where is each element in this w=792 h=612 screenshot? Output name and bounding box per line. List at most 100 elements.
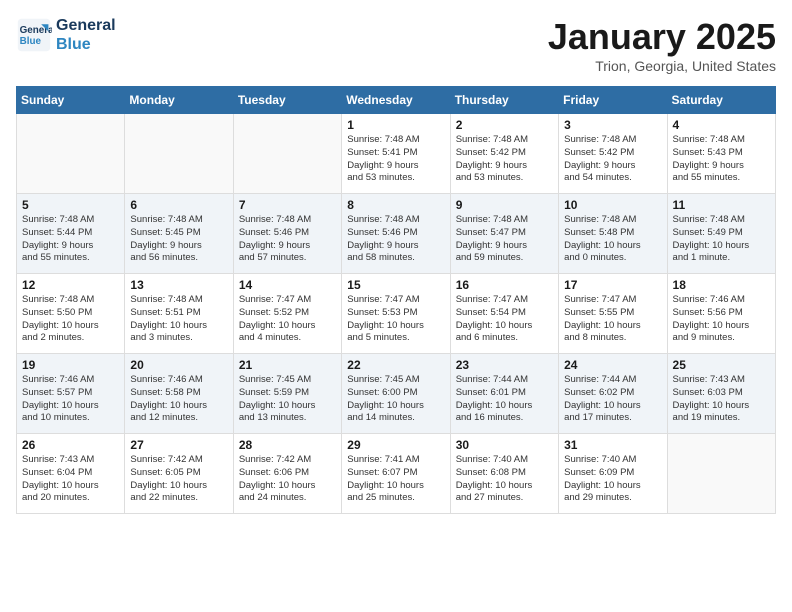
day-number: 24 <box>564 358 661 372</box>
day-info: Sunrise: 7:48 AM Sunset: 5:42 PM Dayligh… <box>564 134 661 185</box>
title-area: January 2025 Trion, Georgia, United Stat… <box>548 16 776 74</box>
day-number: 21 <box>239 358 336 372</box>
day-info: Sunrise: 7:47 AM Sunset: 5:54 PM Dayligh… <box>456 294 553 345</box>
calendar-cell: 30 Sunrise: 7:40 AM Sunset: 6:08 PM Dayli… <box>450 434 558 514</box>
calendar-cell: 2 Sunrise: 7:48 AM Sunset: 5:42 PM Daylig… <box>450 114 558 194</box>
day-number: 1 <box>347 118 444 132</box>
page-header: General Blue GeneralBlue January 2025 Tr… <box>16 16 776 74</box>
calendar-week-row: 12 Sunrise: 7:48 AM Sunset: 5:50 PM Dayli… <box>17 274 776 354</box>
calendar-cell: 11 Sunrise: 7:48 AM Sunset: 5:49 PM Dayli… <box>667 194 775 274</box>
calendar-cell: 23Sunrise: 7:44 AM Sunset: 6:01 PM Dayli… <box>450 354 558 434</box>
day-number: 29 <box>347 438 444 452</box>
day-number: 2 <box>456 118 553 132</box>
day-number: 17 <box>564 278 661 292</box>
column-header-monday: Monday <box>125 87 233 114</box>
calendar-cell: 22Sunrise: 7:45 AM Sunset: 6:00 PM Dayli… <box>342 354 450 434</box>
calendar-cell: 27Sunrise: 7:42 AM Sunset: 6:05 PM Dayli… <box>125 434 233 514</box>
day-number: 12 <box>22 278 119 292</box>
calendar-cell: 7Sunrise: 7:48 AM Sunset: 5:46 PM Daylig… <box>233 194 341 274</box>
day-number: 9 <box>456 198 553 212</box>
day-info: Sunrise: 7:48 AM Sunset: 5:45 PM Dayligh… <box>130 214 227 265</box>
calendar-cell: 26 Sunrise: 7:43 AM Sunset: 6:04 PM Dayli… <box>17 434 125 514</box>
column-header-friday: Friday <box>559 87 667 114</box>
day-info: Sunrise: 7:40 AM Sunset: 6:09 PM Dayligh… <box>564 454 661 505</box>
calendar-cell <box>667 434 775 514</box>
logo-icon: General Blue <box>16 17 52 53</box>
day-number: 26 <box>22 438 119 452</box>
day-info: Sunrise: 7:44 AM Sunset: 6:01 PM Dayligh… <box>456 374 553 425</box>
day-number: 14 <box>239 278 336 292</box>
day-number: 25 <box>673 358 770 372</box>
day-info: Sunrise: 7:45 AM Sunset: 5:59 PM Dayligh… <box>239 374 336 425</box>
calendar-cell: 3 Sunrise: 7:48 AM Sunset: 5:42 PM Daylig… <box>559 114 667 194</box>
calendar-cell: 29 Sunrise: 7:41 AM Sunset: 6:07 PM Dayli… <box>342 434 450 514</box>
day-info: Sunrise: 7:44 AM Sunset: 6:02 PM Dayligh… <box>564 374 661 425</box>
day-info: Sunrise: 7:48 AM Sunset: 5:49 PM Dayligh… <box>673 214 770 265</box>
calendar-cell: 5 Sunrise: 7:48 AM Sunset: 5:44 PM Daylig… <box>17 194 125 274</box>
calendar-week-row: 19 Sunrise: 7:46 AM Sunset: 5:57 PM Dayli… <box>17 354 776 434</box>
calendar-cell: 12 Sunrise: 7:48 AM Sunset: 5:50 PM Dayli… <box>17 274 125 354</box>
calendar-cell: 13Sunrise: 7:48 AM Sunset: 5:51 PM Dayli… <box>125 274 233 354</box>
day-number: 3 <box>564 118 661 132</box>
column-header-sunday: Sunday <box>17 87 125 114</box>
day-info: Sunrise: 7:45 AM Sunset: 6:00 PM Dayligh… <box>347 374 444 425</box>
calendar-cell: 16Sunrise: 7:47 AM Sunset: 5:54 PM Dayli… <box>450 274 558 354</box>
day-info: Sunrise: 7:48 AM Sunset: 5:51 PM Dayligh… <box>130 294 227 345</box>
logo-text: GeneralBlue <box>56 16 116 54</box>
day-info: Sunrise: 7:43 AM Sunset: 6:04 PM Dayligh… <box>22 454 119 505</box>
calendar-cell: 28Sunrise: 7:42 AM Sunset: 6:06 PM Dayli… <box>233 434 341 514</box>
day-info: Sunrise: 7:48 AM Sunset: 5:46 PM Dayligh… <box>347 214 444 265</box>
calendar-cell: 10 Sunrise: 7:48 AM Sunset: 5:48 PM Dayli… <box>559 194 667 274</box>
day-number: 20 <box>130 358 227 372</box>
day-number: 30 <box>456 438 553 452</box>
calendar-week-row: 26 Sunrise: 7:43 AM Sunset: 6:04 PM Dayli… <box>17 434 776 514</box>
calendar-cell <box>125 114 233 194</box>
calendar-cell: 8 Sunrise: 7:48 AM Sunset: 5:46 PM Daylig… <box>342 194 450 274</box>
calendar-cell: 21 Sunrise: 7:45 AM Sunset: 5:59 PM Dayli… <box>233 354 341 434</box>
day-info: Sunrise: 7:48 AM Sunset: 5:50 PM Dayligh… <box>22 294 119 345</box>
column-header-wednesday: Wednesday <box>342 87 450 114</box>
calendar-cell <box>233 114 341 194</box>
day-number: 31 <box>564 438 661 452</box>
calendar-cell: 9 Sunrise: 7:48 AM Sunset: 5:47 PM Daylig… <box>450 194 558 274</box>
day-number: 7 <box>239 198 336 212</box>
calendar-cell: 14Sunrise: 7:47 AM Sunset: 5:52 PM Dayli… <box>233 274 341 354</box>
calendar-cell: 18Sunrise: 7:46 AM Sunset: 5:56 PM Dayli… <box>667 274 775 354</box>
day-info: Sunrise: 7:40 AM Sunset: 6:08 PM Dayligh… <box>456 454 553 505</box>
day-number: 27 <box>130 438 227 452</box>
day-info: Sunrise: 7:46 AM Sunset: 5:56 PM Dayligh… <box>673 294 770 345</box>
column-header-saturday: Saturday <box>667 87 775 114</box>
day-number: 10 <box>564 198 661 212</box>
day-number: 5 <box>22 198 119 212</box>
day-info: Sunrise: 7:46 AM Sunset: 5:57 PM Dayligh… <box>22 374 119 425</box>
day-info: Sunrise: 7:48 AM Sunset: 5:47 PM Dayligh… <box>456 214 553 265</box>
day-info: Sunrise: 7:48 AM Sunset: 5:43 PM Dayligh… <box>673 134 770 185</box>
day-number: 19 <box>22 358 119 372</box>
calendar-cell: 4 Sunrise: 7:48 AM Sunset: 5:43 PM Daylig… <box>667 114 775 194</box>
day-info: Sunrise: 7:46 AM Sunset: 5:58 PM Dayligh… <box>130 374 227 425</box>
day-info: Sunrise: 7:48 AM Sunset: 5:42 PM Dayligh… <box>456 134 553 185</box>
day-number: 11 <box>673 198 770 212</box>
day-info: Sunrise: 7:41 AM Sunset: 6:07 PM Dayligh… <box>347 454 444 505</box>
calendar-week-row: 5 Sunrise: 7:48 AM Sunset: 5:44 PM Daylig… <box>17 194 776 274</box>
svg-text:Blue: Blue <box>20 36 42 47</box>
day-info: Sunrise: 7:48 AM Sunset: 5:48 PM Dayligh… <box>564 214 661 265</box>
day-number: 28 <box>239 438 336 452</box>
day-number: 6 <box>130 198 227 212</box>
day-number: 8 <box>347 198 444 212</box>
calendar-header-row: SundayMondayTuesdayWednesdayThursdayFrid… <box>17 87 776 114</box>
calendar-week-row: 1 Sunrise: 7:48 AM Sunset: 5:41 PM Daylig… <box>17 114 776 194</box>
column-header-tuesday: Tuesday <box>233 87 341 114</box>
day-number: 4 <box>673 118 770 132</box>
calendar-title: January 2025 <box>548 16 776 58</box>
day-info: Sunrise: 7:48 AM Sunset: 5:44 PM Dayligh… <box>22 214 119 265</box>
calendar-cell: 24 Sunrise: 7:44 AM Sunset: 6:02 PM Dayli… <box>559 354 667 434</box>
calendar-cell: 15Sunrise: 7:47 AM Sunset: 5:53 PM Dayli… <box>342 274 450 354</box>
day-info: Sunrise: 7:48 AM Sunset: 5:41 PM Dayligh… <box>347 134 444 185</box>
day-info: Sunrise: 7:47 AM Sunset: 5:55 PM Dayligh… <box>564 294 661 345</box>
calendar-cell <box>17 114 125 194</box>
calendar-cell: 6 Sunrise: 7:48 AM Sunset: 5:45 PM Daylig… <box>125 194 233 274</box>
day-info: Sunrise: 7:43 AM Sunset: 6:03 PM Dayligh… <box>673 374 770 425</box>
day-info: Sunrise: 7:47 AM Sunset: 5:53 PM Dayligh… <box>347 294 444 345</box>
calendar-cell: 17 Sunrise: 7:47 AM Sunset: 5:55 PM Dayli… <box>559 274 667 354</box>
